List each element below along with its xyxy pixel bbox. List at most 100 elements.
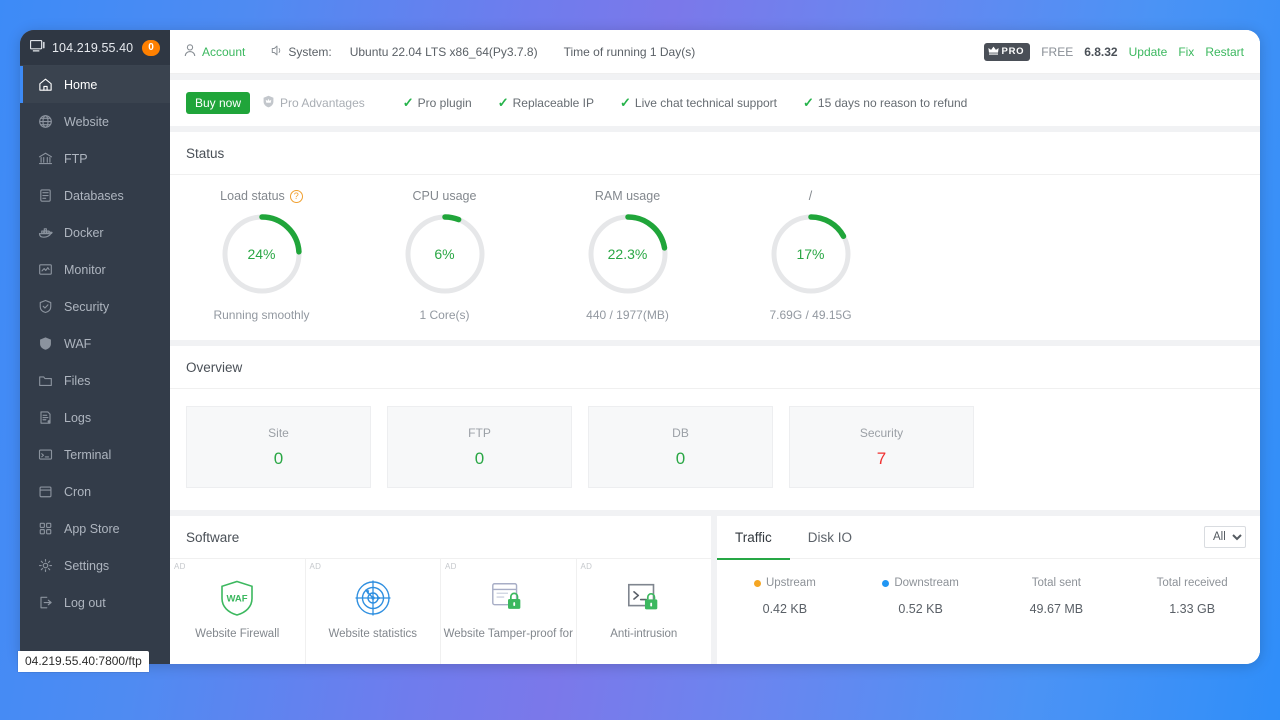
- overview-card-value: 0: [474, 448, 485, 468]
- system-group: System: Ubuntu 22.04 LTS x86_64(Py3.7.8): [271, 44, 538, 59]
- overview-card-label: FTP: [468, 425, 491, 440]
- tab-traffic[interactable]: Traffic: [717, 516, 790, 560]
- gauge-subtitle: 7.69G / 49.15G: [769, 308, 852, 322]
- gauge-value: 6%: [434, 246, 455, 262]
- check-icon: ✓: [497, 95, 509, 110]
- system-value: Ubuntu 22.04 LTS x86_64(Py3.7.8): [349, 44, 538, 59]
- gauge-ram-usage: RAM usage 22.3% 440 / 1977(MB): [536, 187, 719, 322]
- account-link[interactable]: Account: [202, 45, 245, 59]
- svg-text:WAF: WAF: [227, 594, 248, 605]
- traffic-stat-label: Downstream: [894, 577, 959, 589]
- sidebar-item-files[interactable]: Files: [20, 362, 170, 399]
- overview-card-db[interactable]: DB 0: [588, 406, 773, 488]
- check-icon: ✓: [620, 95, 631, 110]
- overview-card-label: DB: [672, 425, 689, 440]
- waf-shield-icon: WAF: [219, 577, 255, 619]
- pro-advantages-label: Pro Advantages: [280, 96, 365, 110]
- sidebar-item-website[interactable]: Website: [20, 103, 170, 140]
- restart-button[interactable]: Restart: [1205, 45, 1244, 59]
- ad-tag: AD: [445, 562, 457, 571]
- overview-card-ftp[interactable]: FTP 0: [387, 406, 572, 488]
- sidebar-item-security[interactable]: Security: [20, 288, 170, 325]
- gauge-value: 17%: [796, 246, 825, 262]
- buy-now-button[interactable]: Buy now: [186, 92, 251, 114]
- sidebar-item-cron[interactable]: Cron: [20, 473, 170, 510]
- sidebar-item-app-store[interactable]: App Store: [20, 510, 170, 547]
- sidebar-item-databases[interactable]: Databases: [20, 177, 170, 214]
- sidebar-item-logs[interactable]: Logs: [20, 399, 170, 436]
- software-card[interactable]: AD Website Tamper-proof for: [441, 559, 577, 664]
- software-card-label: Website Tamper-proof for: [443, 628, 573, 640]
- update-button[interactable]: Update: [1129, 45, 1168, 59]
- ad-tag: AD: [174, 562, 186, 571]
- sidebar-item-waf[interactable]: WAF: [20, 325, 170, 362]
- sidebar-item-home[interactable]: Home: [20, 66, 170, 103]
- gauge-title: Load status: [220, 189, 285, 203]
- pro-badge[interactable]: PRO: [983, 42, 1031, 61]
- gauge-subtitle: 440 / 1977(MB): [586, 308, 669, 322]
- pro-advantages-link[interactable]: Pro Advantages: [262, 95, 365, 111]
- plan-label: FREE: [1041, 44, 1074, 59]
- docker-icon: [38, 225, 53, 240]
- sidebar-item-label: Databases: [64, 188, 124, 203]
- logs-icon: [38, 410, 53, 425]
- terminal-icon: [38, 447, 53, 462]
- overview-card-site[interactable]: Site 0: [186, 406, 371, 488]
- sidebar-item-label: Settings: [64, 558, 110, 573]
- overview-card-label: Security: [859, 425, 904, 440]
- traffic-stat-label-row: Downstream: [853, 577, 989, 589]
- traffic-stat-label: Total sent: [1031, 577, 1081, 589]
- status-gauges: Load status? 24% Running smoothly CPU usage…: [170, 175, 1260, 340]
- gauge-cpu-usage: CPU usage 6% 1 Core(s): [353, 187, 536, 322]
- browser-window: 104.219.55.40 0 Home Website FTP Databases D…: [20, 30, 1260, 664]
- traffic-filter-select[interactable]: All: [1204, 526, 1246, 548]
- help-icon[interactable]: ?: [289, 189, 303, 203]
- sidebar-item-terminal[interactable]: Terminal: [20, 436, 170, 473]
- sidebar-item-log-out[interactable]: Log out: [20, 584, 170, 621]
- sidebar-item-settings[interactable]: Settings: [20, 547, 170, 584]
- traffic-stat-label-row: Upstream: [717, 577, 853, 589]
- sidebar-item-label: Website: [64, 114, 109, 129]
- gauge-title-row: Load status?: [170, 187, 353, 205]
- traffic-stat-value: 0.52 KB: [898, 602, 943, 616]
- monitor-icon: [38, 262, 53, 277]
- ad-tag: AD: [309, 562, 322, 571]
- promo-feature: ✓ 15 days no reason to refund: [803, 95, 967, 111]
- database-icon: [38, 188, 53, 203]
- overview-title: Overview: [170, 346, 1260, 389]
- software-card[interactable]: AD Anti-intrusion: [577, 559, 712, 664]
- sidebar-notification-badge[interactable]: 0: [142, 39, 160, 56]
- gauge-title: CPU usage: [412, 189, 477, 203]
- traffic-stat-value: 0.42 KB: [762, 602, 808, 616]
- traffic-stat-label-row: Total received: [1124, 577, 1260, 589]
- account-group[interactable]: Account: [184, 43, 245, 60]
- browser-status-bar: 04.219.55.40:7800/ftp: [18, 651, 149, 672]
- software-cards: AD WAF Website Firewall AD Website statistic…: [170, 559, 711, 664]
- pro-badge-label: PRO: [1001, 46, 1025, 57]
- sidebar-item-monitor[interactable]: Monitor: [20, 251, 170, 288]
- traffic-stat: Upstream 0.42 KB: [717, 577, 853, 616]
- traffic-stat: Total received 1.33 GB: [1124, 577, 1260, 616]
- gauge-title-row: CPU usage: [353, 187, 536, 205]
- sidebar-item-docker[interactable]: Docker: [20, 214, 170, 251]
- browser-lock-icon: [489, 577, 527, 619]
- shield-crown-icon: [262, 95, 275, 111]
- traffic-stat-label: Upstream: [765, 577, 816, 589]
- gauge-title: RAM usage: [594, 189, 661, 203]
- bottom-row: Software AD WAF Website Firewall AD Website …: [170, 516, 1260, 664]
- overview-card-security[interactable]: Security 7: [789, 406, 974, 488]
- user-icon: [184, 43, 196, 60]
- software-title: Software: [170, 516, 711, 559]
- terminal-lock-icon: [625, 577, 663, 619]
- software-card[interactable]: AD Website statistics: [306, 559, 441, 664]
- sidebar-item-label: Docker: [64, 225, 104, 240]
- gauge-ring: 24%: [220, 212, 304, 296]
- gauge-load-status: Load status? 24% Running smoothly: [170, 187, 353, 322]
- fix-button[interactable]: Fix: [1178, 45, 1194, 59]
- software-card[interactable]: AD WAF Website Firewall: [170, 559, 306, 664]
- sidebar-item-ftp[interactable]: FTP: [20, 140, 170, 177]
- gauge-title-row: RAM usage: [536, 187, 719, 205]
- tab-disk-io[interactable]: Disk IO: [790, 516, 870, 559]
- promo-feature-label: Pro plugin: [417, 96, 472, 110]
- uptime-label: Time of running 1 Day(s): [563, 44, 696, 59]
